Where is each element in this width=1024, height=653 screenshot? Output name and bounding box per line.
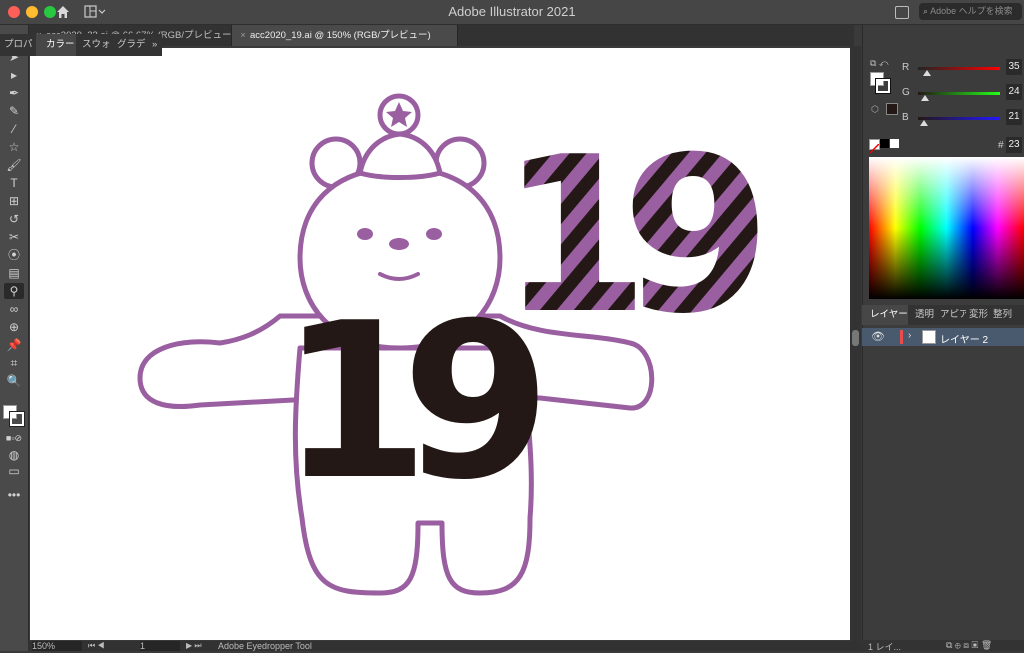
tab-label: acc2020_19.ai @ 150% (RGB/プレビュー) bbox=[250, 30, 431, 41]
close-icon[interactable]: × bbox=[236, 25, 250, 46]
layers-panel-tabs: レイヤー 透明 アピア 変形 整列 bbox=[862, 305, 1024, 325]
tools-panel: ➤ ▸ ✒ ✎ ⁄ ☆ 🖌 T ⊞ ↺ ✂ ⦿ ▤ ⚲ ∞ ⊕ 📌 ⌗ 🔍 ■▫… bbox=[0, 25, 29, 651]
layer-color-indicator bbox=[900, 330, 903, 344]
line-tool-icon[interactable]: ⁄ bbox=[4, 121, 24, 137]
number-19-solid: 19 bbox=[280, 276, 538, 527]
tab-transparency[interactable]: 透明 bbox=[915, 305, 937, 325]
direct-selection-tool-icon[interactable]: ▸ bbox=[4, 67, 24, 83]
vertical-scroll-thumb[interactable] bbox=[852, 330, 859, 346]
artboard-tool-icon[interactable]: ⊞ bbox=[4, 193, 24, 209]
tab-transform[interactable]: 変形 bbox=[969, 305, 991, 325]
layer-row[interactable]: 👁 › レイヤー 2 bbox=[862, 328, 1024, 346]
g-slider-thumb[interactable] bbox=[921, 95, 929, 101]
bear-eye-left bbox=[357, 228, 373, 240]
number-19-striped: 19 bbox=[500, 110, 758, 361]
scissors-tool-icon[interactable]: ✂ bbox=[4, 229, 24, 245]
white-swatch[interactable] bbox=[890, 139, 899, 148]
layers-footer-icons[interactable]: ⧉ ⊕ ⧈ ▣ 🗑 bbox=[946, 640, 992, 651]
b-slider[interactable] bbox=[918, 117, 1000, 120]
stroke-swatch[interactable] bbox=[9, 411, 25, 427]
artboard-next-icons[interactable]: ▶ ⏭ bbox=[186, 641, 202, 651]
screen-mode-icon[interactable]: ▭ bbox=[4, 463, 24, 479]
tab-swatches[interactable]: スウォ bbox=[82, 34, 114, 56]
r-value[interactable]: 35 bbox=[1006, 59, 1022, 75]
panel-menu-icon[interactable]: » bbox=[152, 34, 162, 56]
shape-builder-tool-icon[interactable]: ⊕ bbox=[4, 319, 24, 335]
panel-layout-icon[interactable] bbox=[895, 6, 909, 19]
hex-value[interactable]: 23 bbox=[1006, 137, 1022, 153]
search-icon: ⌕ bbox=[923, 6, 929, 16]
layer-name[interactable]: レイヤー 2 bbox=[940, 331, 988, 346]
bear-eye-right bbox=[426, 228, 442, 240]
pin-tool-icon[interactable]: 📌 bbox=[4, 337, 24, 353]
workspace-switcher-icon[interactable] bbox=[84, 5, 106, 19]
artboard-nav-icons[interactable]: ⏮ ◀ bbox=[88, 641, 105, 651]
visibility-eye-icon[interactable]: 👁 bbox=[871, 330, 885, 343]
zoom-level-field[interactable]: 150% bbox=[32, 641, 82, 651]
b-label: B bbox=[902, 112, 909, 123]
out-of-gamut-icon[interactable]: ⬡ bbox=[871, 104, 879, 115]
help-search-placeholder: Adobe ヘルプを検索 bbox=[930, 6, 1013, 16]
none-icon bbox=[869, 143, 880, 154]
tab-color[interactable]: カラー bbox=[36, 34, 76, 56]
warp-tool-icon[interactable]: ⦿ bbox=[4, 247, 24, 263]
type-tool-icon[interactable]: T bbox=[4, 175, 24, 191]
layer-thumbnail bbox=[922, 330, 936, 344]
color-panel-tabs: プロパ カラー スウォ グラデ » bbox=[0, 34, 162, 56]
artboard-canvas[interactable]: 19 19 bbox=[30, 48, 850, 640]
paintbrush-tool-icon[interactable]: 🖌 bbox=[4, 157, 24, 173]
g-slider[interactable] bbox=[918, 92, 1000, 95]
home-icon[interactable] bbox=[55, 4, 71, 20]
r-label: R bbox=[902, 62, 910, 73]
status-bar: 150% ⏮ ◀ 1 ▶ ⏭ Adobe Eyedropper Tool bbox=[28, 641, 862, 651]
eyedropper-tool-icon[interactable]: ⚲ bbox=[4, 283, 24, 299]
tab-align[interactable]: 整列 bbox=[993, 305, 1015, 325]
tab-layers[interactable]: レイヤー bbox=[862, 305, 908, 325]
g-value[interactable]: 24 bbox=[1006, 84, 1022, 100]
black-swatch[interactable] bbox=[880, 139, 889, 148]
rotate-tool-icon[interactable]: ↺ bbox=[4, 211, 24, 227]
crop-tool-icon[interactable]: ⌗ bbox=[4, 355, 24, 371]
artwork: 19 19 bbox=[137, 93, 786, 596]
tab-acc2020-19[interactable]: × acc2020_19.ai @ 150% (RGB/プレビュー) bbox=[232, 25, 458, 46]
artboard-number-field[interactable]: 1 bbox=[140, 641, 180, 651]
help-search-input[interactable]: ⌕ Adobe ヘルプを検索 bbox=[919, 3, 1022, 20]
current-tool-status[interactable]: Adobe Eyedropper Tool bbox=[218, 641, 368, 651]
current-color-chip[interactable] bbox=[886, 103, 898, 115]
more-tools-icon[interactable]: ••• bbox=[4, 487, 24, 503]
b-value[interactable]: 21 bbox=[1006, 109, 1022, 125]
tab-gradient[interactable]: グラデ bbox=[117, 34, 149, 56]
curvature-tool-icon[interactable]: ✎ bbox=[4, 103, 24, 119]
expand-chevron-icon[interactable]: › bbox=[908, 330, 911, 341]
layers-footer: 1 レイ... ⧉ ⊕ ⧈ ▣ 🗑 bbox=[862, 640, 1024, 652]
tab-properties[interactable]: プロパ bbox=[4, 34, 34, 56]
draw-mode-icon[interactable]: ◍ bbox=[4, 447, 24, 463]
default-colors-icon[interactable]: ⧉ ↶ bbox=[870, 58, 889, 69]
zoom-tool-icon[interactable]: 🔍 bbox=[4, 373, 24, 389]
color-stroke-swatch[interactable] bbox=[875, 78, 891, 94]
color-spectrum[interactable] bbox=[869, 157, 1024, 299]
none-swatch[interactable] bbox=[869, 139, 880, 154]
g-label: G bbox=[902, 87, 910, 98]
bear-nose bbox=[389, 238, 409, 250]
tab-appearance[interactable]: アピア bbox=[940, 305, 966, 325]
hex-label: # bbox=[998, 140, 1004, 151]
gradient-tool-icon[interactable]: ▤ bbox=[4, 265, 24, 281]
layer-count: 1 レイ... bbox=[868, 642, 902, 652]
color-mode-icon[interactable]: ■▫⊘ bbox=[4, 430, 24, 446]
pen-tool-icon[interactable]: ✒ bbox=[4, 85, 24, 101]
r-slider-thumb[interactable] bbox=[923, 70, 931, 76]
blend-tool-icon[interactable]: ∞ bbox=[4, 301, 24, 317]
star-tool-icon[interactable]: ☆ bbox=[4, 139, 24, 155]
b-slider-thumb[interactable] bbox=[920, 120, 928, 126]
app-title: Adobe Illustrator 2021 bbox=[448, 4, 576, 19]
party-hat bbox=[357, 131, 443, 180]
